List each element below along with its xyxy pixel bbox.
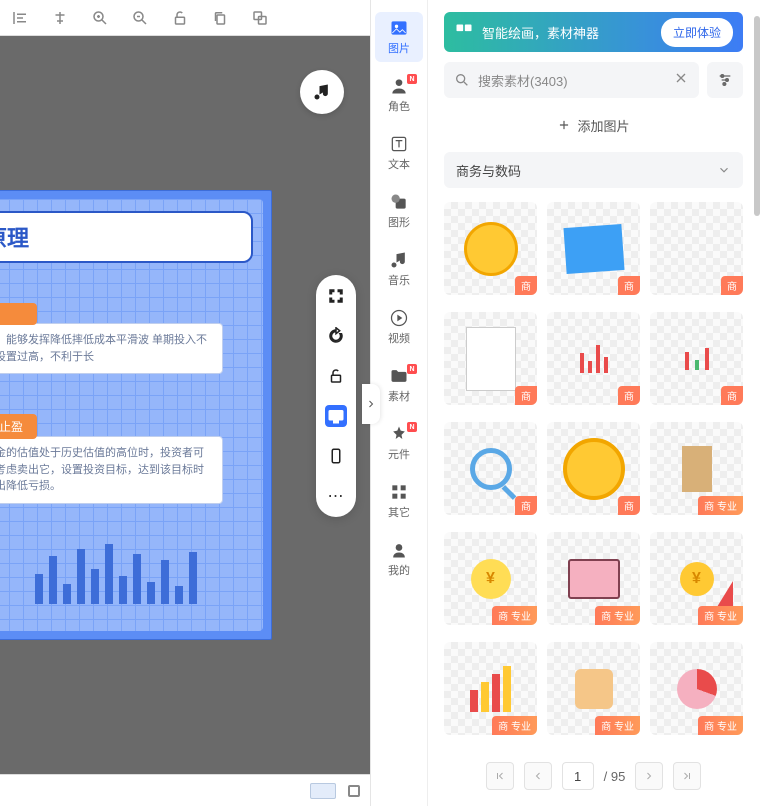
asset-item[interactable]: 商 专业: [547, 532, 640, 625]
clone-button[interactable]: [248, 6, 272, 30]
asset-item[interactable]: 商: [547, 422, 640, 515]
asset-item[interactable]: ¥商 专业: [650, 532, 743, 625]
zoom-in-button[interactable]: [88, 6, 112, 30]
promo-text: 智能绘画，素材神器: [482, 23, 653, 42]
page-next-button[interactable]: [635, 762, 663, 790]
chevron-down-icon: [717, 163, 731, 177]
asset-item[interactable]: 商: [650, 312, 743, 405]
nav-video[interactable]: 视频: [375, 302, 423, 352]
canvas-area: 原理 · 理，能够发挥降低摔低成本平滑波 单期投入不宜设置过高，不利于长 及时止…: [0, 0, 370, 806]
fullscreen-button[interactable]: [325, 285, 347, 307]
nav-assets[interactable]: 素材: [375, 360, 423, 410]
asset-item[interactable]: 商 专业: [650, 422, 743, 515]
ai-icon: [454, 22, 474, 42]
rotate-button[interactable]: [325, 325, 347, 347]
search-placeholder: 搜索素材(3403): [478, 71, 665, 90]
canvas-artboard[interactable]: 原理 · 理，能够发挥降低摔低成本平滑波 单期投入不宜设置过高，不利于长 及时止…: [0, 190, 272, 640]
page-prev-button[interactable]: [524, 762, 552, 790]
asset-item[interactable]: 商: [547, 312, 640, 405]
asset-item[interactable]: 商: [444, 422, 537, 515]
copy-button[interactable]: [208, 6, 232, 30]
promo-cta-button[interactable]: 立即体验: [661, 18, 733, 47]
mobile-mode-button[interactable]: [325, 445, 347, 467]
scrollbar[interactable]: [753, 0, 761, 806]
slide-text-2[interactable]: 基金的估值处于历史估值的高位时，投资者可以考虑卖出它，设置投资目标，达到该目标时…: [0, 436, 223, 504]
panel-expand-handle[interactable]: [362, 384, 380, 424]
nav-widget[interactable]: 元件: [375, 418, 423, 468]
category-label: 商务与数码: [456, 161, 521, 180]
page-last-button[interactable]: [673, 762, 701, 790]
new-badge-icon: [407, 364, 417, 374]
page-first-button[interactable]: [486, 762, 514, 790]
nav-character[interactable]: 角色: [375, 70, 423, 120]
asset-item[interactable]: 商: [650, 202, 743, 295]
zoom-out-button[interactable]: [128, 6, 152, 30]
asset-item[interactable]: 商 专业: [547, 642, 640, 735]
music-button[interactable]: [300, 70, 344, 114]
slide-thumbnail[interactable]: [310, 783, 336, 799]
ai-promo-banner[interactable]: 智能绘画，素材神器 立即体验: [444, 12, 743, 52]
slide-title[interactable]: 原理: [0, 211, 253, 263]
slide-tag-2[interactable]: 及时止盈: [0, 414, 37, 439]
asset-panel: 智能绘画，素材神器 立即体验 搜索素材(3403) 添加图片 商务与数码 商 商…: [428, 0, 761, 806]
search-input[interactable]: 搜索素材(3403): [444, 62, 699, 98]
search-icon: [454, 72, 470, 88]
unlock-button[interactable]: [168, 6, 192, 30]
slide-tag-1[interactable]: ·: [0, 303, 37, 325]
new-badge-icon: [407, 422, 417, 432]
asset-item[interactable]: 商: [444, 312, 537, 405]
nav-image[interactable]: 图片: [375, 12, 423, 62]
align-left-button[interactable]: [8, 6, 32, 30]
add-image-button[interactable]: 添加图片: [444, 108, 743, 142]
page-total: / 95: [604, 769, 626, 784]
scrollbar-thumb[interactable]: [754, 16, 760, 216]
add-image-label: 添加图片: [577, 116, 629, 135]
pagination: / 95: [444, 756, 743, 796]
nav-other[interactable]: 其它: [375, 476, 423, 526]
asset-item[interactable]: 商 专业: [444, 642, 537, 735]
nav-music[interactable]: 音乐: [375, 244, 423, 294]
nav-text[interactable]: 文本: [375, 128, 423, 178]
nav-shape[interactable]: 图形: [375, 186, 423, 236]
slide-text-1[interactable]: 理，能够发挥降低摔低成本平滑波 单期投入不宜设置过高，不利于长: [0, 323, 223, 374]
asset-grid: 商 商 商 商 商 商 商 商 商 专业 ¥商 专业 商 专业 ¥商 专业 商 …: [444, 198, 743, 746]
new-badge-icon: [407, 74, 417, 84]
display-mode-button[interactable]: [325, 405, 347, 427]
bar-chart-graphic[interactable]: [0, 544, 259, 604]
lock-button[interactable]: [325, 365, 347, 387]
view-toggle-icon[interactable]: [348, 785, 360, 797]
floating-tools: ⋯: [316, 275, 356, 517]
category-select[interactable]: 商务与数码: [444, 152, 743, 188]
canvas-bottombar: [0, 774, 370, 806]
asset-item[interactable]: 商 专业: [650, 642, 743, 735]
asset-item[interactable]: 商: [444, 202, 537, 295]
canvas-toolbar: [0, 0, 370, 36]
filter-button[interactable]: [707, 62, 743, 98]
more-button[interactable]: ⋯: [325, 485, 347, 507]
asset-item[interactable]: 商: [547, 202, 640, 295]
nav-mine[interactable]: 我的: [375, 534, 423, 584]
clear-search-button[interactable]: [673, 70, 689, 91]
plus-icon: [557, 118, 571, 132]
align-center-button[interactable]: [48, 6, 72, 30]
page-input[interactable]: [562, 762, 594, 790]
asset-item[interactable]: ¥商 专业: [444, 532, 537, 625]
